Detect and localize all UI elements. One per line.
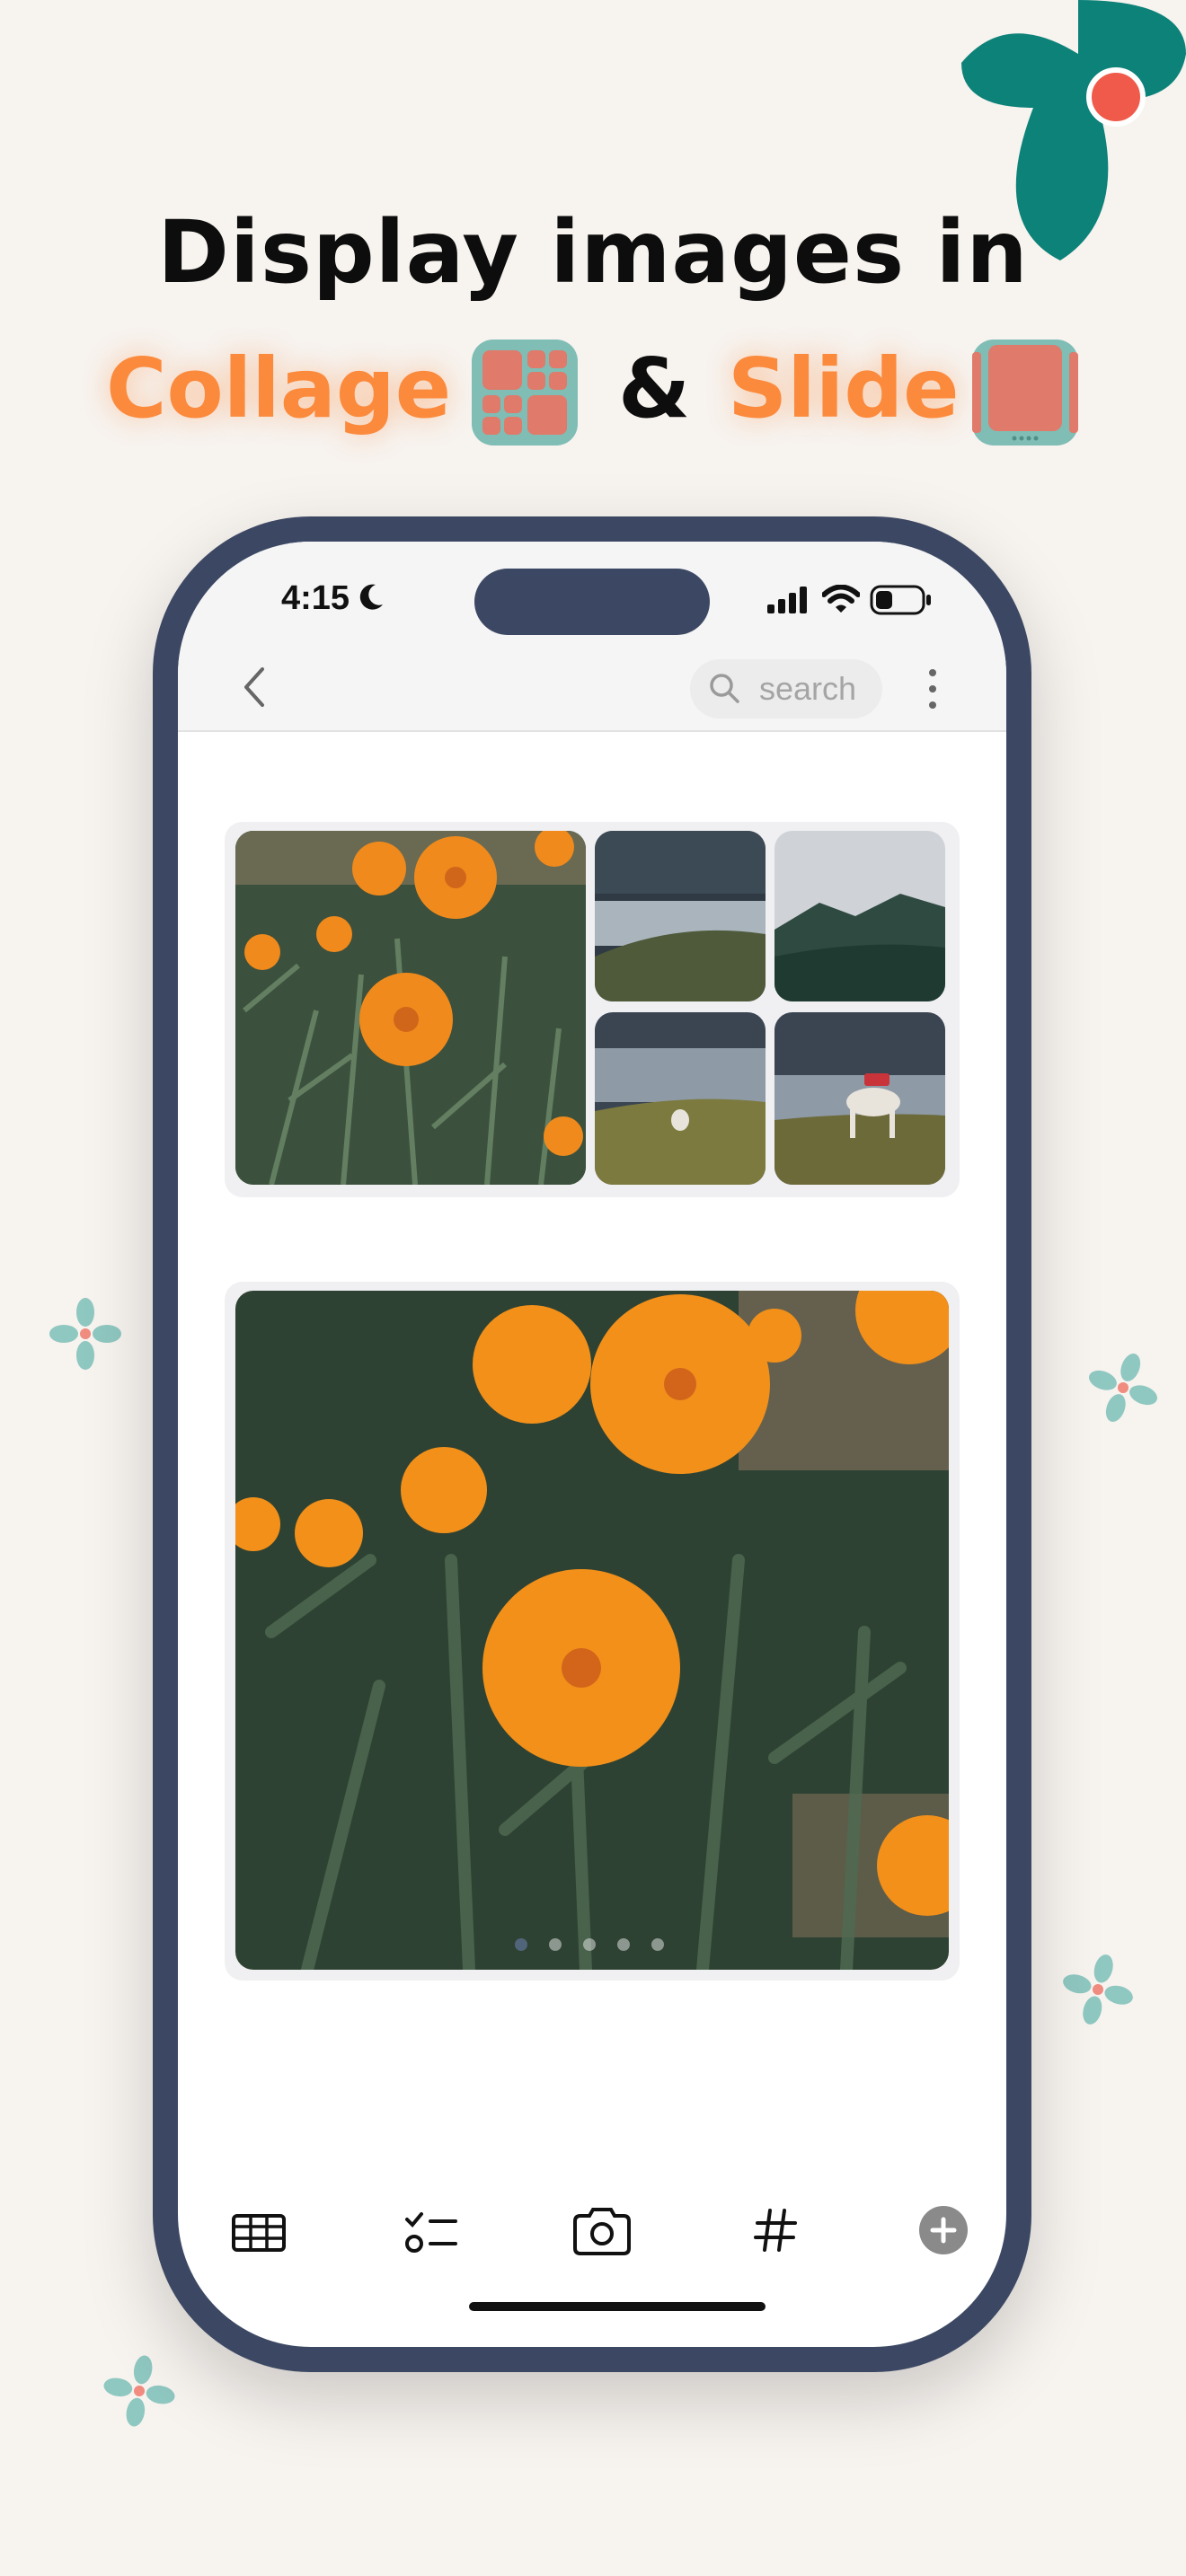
- slide-image[interactable]: [235, 1291, 949, 1970]
- table-icon[interactable]: [223, 2194, 295, 2266]
- add-circle-icon[interactable]: [907, 2194, 979, 2266]
- moon-icon: [359, 584, 383, 610]
- checklist-icon[interactable]: [396, 2194, 468, 2266]
- ampersand: &: [618, 340, 691, 437]
- camera-icon[interactable]: [566, 2194, 638, 2266]
- small-flower-decoration-right: [1089, 1354, 1157, 1422]
- search-placeholder: search: [759, 670, 857, 707]
- more-vertical-icon[interactable]: [924, 667, 942, 712]
- small-flower-decoration-left: [49, 1298, 121, 1370]
- search-input[interactable]: search: [690, 659, 882, 719]
- small-flower-decoration-bottom-left: [103, 2355, 175, 2427]
- chevron-left-icon[interactable]: [241, 666, 268, 709]
- slide-card: [225, 1282, 960, 1981]
- wifi-icon: [822, 585, 860, 613]
- slide-icon: [972, 340, 1078, 446]
- collage-icon: [472, 340, 578, 446]
- marigold-closeup-photo: [235, 1291, 949, 1970]
- phone-screen: 4:15 search: [178, 542, 1006, 2347]
- top-bar: 4:15 search: [178, 542, 1006, 732]
- horse-photo: [774, 1012, 945, 1185]
- status-time: 4:15: [281, 579, 350, 617]
- search-icon: [710, 674, 739, 703]
- collage-image-lake-bird[interactable]: [595, 1012, 766, 1185]
- small-flower-decoration-right-lower: [1063, 1954, 1133, 2025]
- lake-shore-photo: [595, 831, 766, 1001]
- collage-image-mountain-valley[interactable]: [774, 831, 945, 1001]
- collage-card: [225, 822, 960, 1197]
- marigold-photo: [235, 831, 586, 1185]
- collage-word: Collage: [106, 340, 452, 437]
- phone-frame: 4:15 search: [153, 516, 1031, 2372]
- collage-image-horse[interactable]: [774, 1012, 945, 1185]
- tab-bar: [178, 2194, 1006, 2275]
- collage-image-marigold[interactable]: [235, 831, 586, 1185]
- mountain-valley-photo: [774, 831, 945, 1001]
- dynamic-island: [474, 569, 710, 635]
- cellular-signal-icon: [767, 587, 807, 613]
- headline-line-1: Display images in: [157, 202, 1029, 303]
- battery-icon: [870, 585, 931, 615]
- hashtag-icon[interactable]: [739, 2194, 811, 2266]
- headline-line-2: Collage & Slide: [0, 340, 1186, 447]
- home-indicator[interactable]: [469, 2302, 766, 2311]
- collage-image-lake-shore[interactable]: [595, 831, 766, 1001]
- lake-bird-photo: [595, 1012, 766, 1185]
- slide-word: Slide: [728, 340, 960, 437]
